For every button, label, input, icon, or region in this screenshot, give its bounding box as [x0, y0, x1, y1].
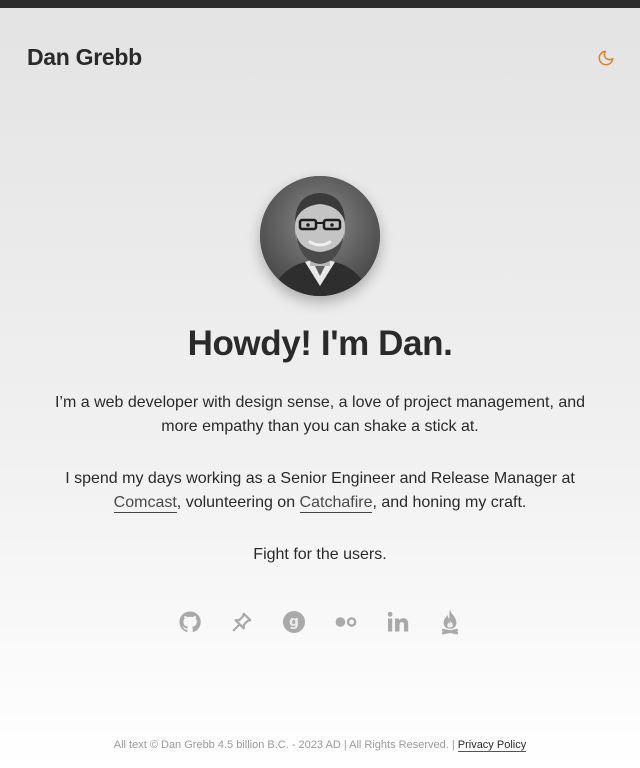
privacy-policy-link[interactable]: Privacy Policy — [457, 739, 527, 752]
work-prefix: I spend my days working as a Senior Engi… — [65, 470, 575, 487]
motto-text: Fight for the users. — [253, 546, 387, 563]
catchafire-link[interactable]: Catchafire — [299, 494, 373, 513]
comcast-link[interactable]: Comcast — [113, 494, 177, 513]
flickr-link[interactable] — [334, 606, 358, 638]
pinboard-icon — [232, 612, 252, 632]
goodreads-icon: g — [283, 611, 305, 633]
campfire-link[interactable] — [438, 606, 462, 638]
flickr-icon — [335, 617, 357, 627]
footer: All text © Dan Grebb 4.5 billion B.C. - … — [0, 739, 640, 752]
social-links: g — [0, 606, 640, 638]
page-title: Howdy! I'm Dan. — [187, 324, 453, 363]
goodreads-link[interactable]: g — [282, 606, 306, 638]
linkedin-link[interactable] — [386, 606, 410, 638]
linkedin-icon — [387, 611, 409, 632]
work-text: I spend my days working as a Senior Engi… — [40, 467, 600, 515]
intro-text: I’m a web developer with design sense, a… — [54, 394, 586, 435]
profile-photo — [260, 176, 380, 296]
theme-toggle-button[interactable] — [594, 46, 618, 70]
copyright-text: All text © Dan Grebb 4.5 billion B.C. - … — [113, 739, 458, 751]
moon-icon — [598, 50, 614, 66]
work-middle: , volunteering on — [176, 494, 300, 511]
avatar — [260, 176, 380, 296]
site-title[interactable]: Dan Grebb — [27, 44, 142, 71]
pinboard-link[interactable] — [230, 606, 254, 638]
github-link[interactable] — [178, 606, 202, 638]
campfire-icon — [441, 609, 459, 635]
top-bar — [0, 0, 640, 8]
work-suffix: , and honing my craft. — [372, 494, 527, 511]
svg-text:g: g — [289, 614, 299, 630]
github-icon — [179, 611, 201, 633]
